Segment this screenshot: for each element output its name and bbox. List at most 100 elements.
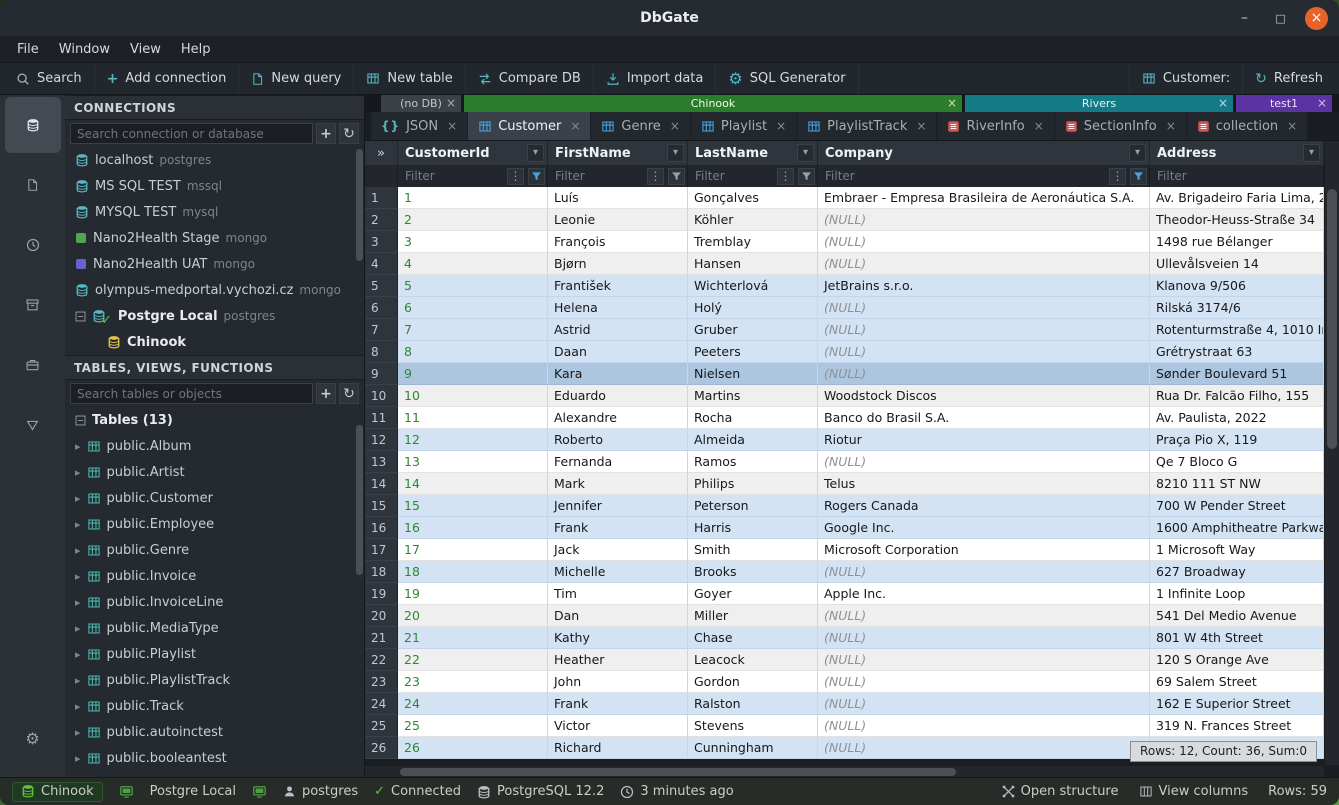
cell-firstname[interactable]: Kathy (548, 627, 688, 649)
filter-menu-icon[interactable]: ⋮ (647, 168, 664, 185)
sidebar-icon-archive[interactable] (5, 277, 61, 333)
db-tab-chinook[interactable]: Chinook× (464, 95, 962, 112)
column-header-address[interactable]: Address▾ (1150, 141, 1324, 165)
row-number[interactable]: 20 (365, 605, 398, 627)
filter-input[interactable]: Filter (555, 169, 645, 183)
refresh-tables-icon[interactable]: ↻ (339, 383, 359, 404)
cell-company[interactable]: (NULL) (818, 737, 1150, 759)
cell-company[interactable]: (NULL) (818, 363, 1150, 385)
sidebar-icon-single-database[interactable] (5, 397, 61, 453)
cell-company[interactable]: Embraer - Empresa Brasileira de Aeronáut… (818, 187, 1150, 209)
cell-company[interactable]: (NULL) (818, 341, 1150, 363)
table-item-public-booleantest[interactable]: ▸public.booleantest (65, 745, 364, 771)
minimize-button[interactable]: – (1233, 7, 1256, 30)
cell-address[interactable]: 69 Salem Street (1150, 671, 1324, 693)
toolbar-customer[interactable]: Customer: (1129, 63, 1242, 94)
cell-customerid[interactable]: 21 (398, 627, 548, 649)
cell-customerid[interactable]: 6 (398, 297, 548, 319)
toolbar-search[interactable]: Search (4, 63, 95, 94)
cell-lastname[interactable]: Peeters (688, 341, 818, 363)
cell-address[interactable]: Rua Dr. Falcão Filho, 155 (1150, 385, 1324, 407)
cell-lastname[interactable]: Chase (688, 627, 818, 649)
cell-customerid[interactable]: 16 (398, 517, 548, 539)
row-number[interactable]: 6 (365, 297, 398, 319)
cell-firstname[interactable]: Tim (548, 583, 688, 605)
table-row[interactable]: 1616FrankHarrisGoogle Inc.1600 Amphithea… (365, 517, 1339, 539)
status-postgresql-12-2[interactable]: PostgreSQL 12.2 (477, 784, 604, 799)
toolbar-sql-generator[interactable]: ⚙SQL Generator (716, 63, 858, 94)
cell-firstname[interactable]: Michelle (548, 561, 688, 583)
cell-lastname[interactable]: Goyer (688, 583, 818, 605)
cell-customerid[interactable]: 24 (398, 693, 548, 715)
column-dropdown-icon[interactable]: ▾ (1303, 144, 1320, 162)
menu-window[interactable]: Window (50, 39, 119, 60)
cell-company[interactable]: Telus (818, 473, 1150, 495)
row-number[interactable]: 22 (365, 649, 398, 671)
cell-customerid[interactable]: 19 (398, 583, 548, 605)
toolbar-add-connection[interactable]: +Add connection (95, 63, 240, 94)
close-tab-icon[interactable]: × (776, 119, 786, 134)
table-row[interactable]: 2323JohnGordon(NULL)69 Salem Street (365, 671, 1339, 693)
cell-company[interactable]: Microsoft Corporation (818, 539, 1150, 561)
menu-view[interactable]: View (121, 39, 170, 60)
table-row[interactable]: 1111AlexandreRochaBanco do Brasil S.A.Av… (365, 407, 1339, 429)
cell-firstname[interactable]: Mark (548, 473, 688, 495)
cell-customerid[interactable]: 23 (398, 671, 548, 693)
titlebar[interactable]: DbGate –□× (0, 0, 1339, 36)
cell-lastname[interactable]: Stevens (688, 715, 818, 737)
connection-item-localhost[interactable]: localhostpostgres (65, 147, 364, 173)
table-row[interactable]: 2424FrankRalston(NULL)162 E Superior Str… (365, 693, 1339, 715)
cell-firstname[interactable]: Daan (548, 341, 688, 363)
tab-sectioninfo[interactable]: SectionInfo× (1055, 112, 1186, 140)
cell-firstname[interactable]: Astrid (548, 319, 688, 341)
row-number[interactable]: 10 (365, 385, 398, 407)
table-row[interactable]: 1010EduardoMartinsWoodstock DiscosRua Dr… (365, 385, 1339, 407)
table-item-public-employee[interactable]: ▸public.Employee (65, 511, 364, 537)
connection-item-nano2health-stage[interactable]: Nano2Health Stagemongo (65, 225, 364, 251)
column-dropdown-icon[interactable]: ▾ (527, 144, 544, 162)
menu-file[interactable]: File (8, 39, 48, 60)
horizontal-scrollbar[interactable] (365, 765, 1324, 777)
cell-customerid[interactable]: 20 (398, 605, 548, 627)
cell-company[interactable]: (NULL) (818, 715, 1150, 737)
cell-address[interactable]: Rilská 3174/6 (1150, 297, 1324, 319)
row-number[interactable]: 12 (365, 429, 398, 451)
status-view-columns[interactable]: View columns (1139, 784, 1249, 799)
sidebar-icon-settings[interactable]: ⚙ (5, 711, 61, 767)
horizontal-scrollbar-thumb[interactable] (400, 768, 956, 776)
filter-cell-address[interactable]: Filter (1150, 165, 1324, 187)
row-number[interactable]: 24 (365, 693, 398, 715)
table-row[interactable]: 1818MichelleBrooks(NULL)627 Broadway (365, 561, 1339, 583)
connection-item-mysql-test[interactable]: MYSQL TESTmysql (65, 199, 364, 225)
cell-firstname[interactable]: Jennifer (548, 495, 688, 517)
table-item-public-playlisttrack[interactable]: ▸public.PlaylistTrack (65, 667, 364, 693)
cell-company[interactable]: (NULL) (818, 451, 1150, 473)
cell-address[interactable]: 1 Microsoft Way (1150, 539, 1324, 561)
cell-address[interactable]: 1600 Amphitheatre Parkway (1150, 517, 1324, 539)
column-dropdown-icon[interactable]: ▾ (797, 144, 814, 162)
cell-lastname[interactable]: Köhler (688, 209, 818, 231)
table-row[interactable]: 44BjørnHansen(NULL)Ullevålsveien 14 (365, 253, 1339, 275)
cell-lastname[interactable]: Gruber (688, 319, 818, 341)
table-row[interactable]: 1313FernandaRamos(NULL)Qe 7 Bloco G (365, 451, 1339, 473)
cell-firstname[interactable]: Alexandre (548, 407, 688, 429)
table-item-public-genre[interactable]: ▸public.Genre (65, 537, 364, 563)
cell-company[interactable]: Apple Inc. (818, 583, 1150, 605)
toolbar-new-query[interactable]: New query (239, 63, 354, 94)
close-tab-icon[interactable]: × (1034, 119, 1044, 134)
toolbar-refresh[interactable]: ↻Refresh (1242, 63, 1335, 94)
cell-customerid[interactable]: 10 (398, 385, 548, 407)
cell-company[interactable]: (NULL) (818, 561, 1150, 583)
db-tab-rivers[interactable]: Rivers× (965, 95, 1233, 112)
cell-customerid[interactable]: 8 (398, 341, 548, 363)
table-row[interactable]: 66HelenaHolý(NULL)Rilská 3174/6 (365, 297, 1339, 319)
cell-firstname[interactable]: Fernanda (548, 451, 688, 473)
close-tab-icon[interactable]: × (1287, 119, 1297, 134)
column-header-customerid[interactable]: CustomerId▾ (398, 141, 548, 165)
tab-customer[interactable]: Customer× (468, 112, 590, 140)
row-number[interactable]: 25 (365, 715, 398, 737)
cell-customerid[interactable]: 9 (398, 363, 548, 385)
cell-firstname[interactable]: François (548, 231, 688, 253)
row-number[interactable]: 7 (365, 319, 398, 341)
add-table-icon[interactable]: + (316, 383, 336, 404)
